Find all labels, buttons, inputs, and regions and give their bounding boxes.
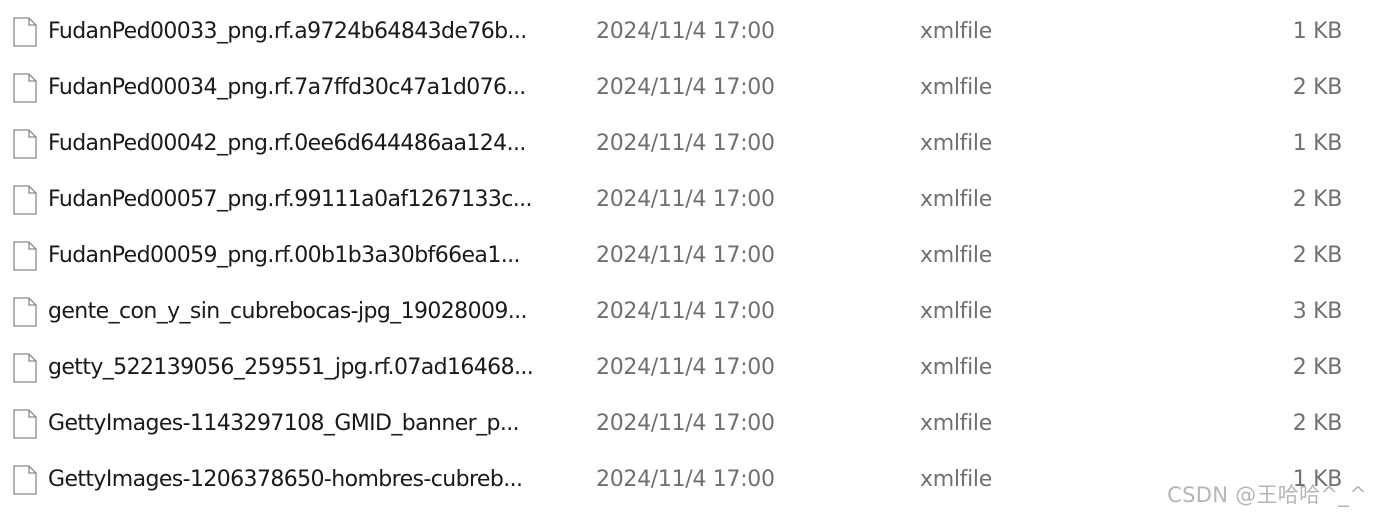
file-modified-date: 2024/11/4 17:00 (596, 411, 775, 436)
file-type: xmlfile (920, 299, 992, 324)
file-size: 1 KB (1292, 19, 1342, 44)
file-modified-date: 2024/11/4 17:00 (596, 131, 775, 156)
file-size: 3 KB (1292, 299, 1342, 324)
file-size: 2 KB (1292, 411, 1342, 436)
file-row[interactable]: FudanPed00033_png.rf.a9724b64843de76b...… (0, 4, 1373, 60)
file-type: xmlfile (920, 187, 992, 212)
file-name: FudanPed00034_png.rf.7a7ffd30c47a1d076..… (48, 75, 526, 100)
file-name: FudanPed00057_png.rf.99111a0af1267133c..… (48, 187, 533, 212)
file-row[interactable]: FudanPed00057_png.rf.99111a0af1267133c..… (0, 172, 1373, 228)
file-row[interactable]: GettyImages-1143297108_GMID_banner_p... … (0, 396, 1373, 452)
file-row[interactable]: getty_522139056_259551_jpg.rf.07ad16468.… (0, 340, 1373, 396)
file-type: xmlfile (920, 467, 992, 492)
file-type: xmlfile (920, 355, 992, 380)
file-icon (13, 465, 37, 495)
file-row[interactable]: gente_con_y_sin_cubrebocas-jpg_19028009.… (0, 284, 1373, 340)
file-name: GettyImages-1143297108_GMID_banner_p... (48, 411, 520, 436)
watermark: CSDN @王哈哈^_^ (1167, 483, 1367, 507)
file-icon (13, 409, 37, 439)
file-size: 2 KB (1292, 355, 1342, 380)
file-size: 2 KB (1292, 75, 1342, 100)
file-row[interactable]: FudanPed00042_png.rf.0ee6d644486aa124...… (0, 116, 1373, 172)
file-size: 2 KB (1292, 187, 1342, 212)
file-modified-date: 2024/11/4 17:00 (596, 299, 775, 324)
file-icon (13, 241, 37, 271)
file-size: 2 KB (1292, 243, 1342, 268)
file-icon (13, 17, 37, 47)
file-name: FudanPed00042_png.rf.0ee6d644486aa124... (48, 131, 526, 156)
file-icon (13, 73, 37, 103)
file-name: FudanPed00059_png.rf.00b1b3a30bf66ea1... (48, 243, 521, 268)
file-modified-date: 2024/11/4 17:00 (596, 19, 775, 44)
file-type: xmlfile (920, 131, 992, 156)
file-icon (13, 353, 37, 383)
file-size: 1 KB (1292, 131, 1342, 156)
file-modified-date: 2024/11/4 17:00 (596, 75, 775, 100)
file-icon (13, 185, 37, 215)
file-name: GettyImages-1206378650-hombres-cubreb... (48, 467, 523, 492)
file-modified-date: 2024/11/4 17:00 (596, 243, 775, 268)
file-row[interactable]: FudanPed00059_png.rf.00b1b3a30bf66ea1...… (0, 228, 1373, 284)
file-modified-date: 2024/11/4 17:00 (596, 187, 775, 212)
file-name: FudanPed00033_png.rf.a9724b64843de76b... (48, 19, 527, 44)
file-modified-date: 2024/11/4 17:00 (596, 355, 775, 380)
file-type: xmlfile (920, 243, 992, 268)
file-type: xmlfile (920, 411, 992, 436)
file-name: gente_con_y_sin_cubrebocas-jpg_19028009.… (48, 299, 528, 324)
file-name: getty_522139056_259551_jpg.rf.07ad16468.… (48, 355, 534, 380)
file-type: xmlfile (920, 19, 992, 44)
file-row[interactable]: FudanPed00034_png.rf.7a7ffd30c47a1d076..… (0, 60, 1373, 116)
file-modified-date: 2024/11/4 17:00 (596, 467, 775, 492)
file-type: xmlfile (920, 75, 992, 100)
file-list: FudanPed00033_png.rf.a9724b64843de76b...… (0, 4, 1373, 508)
file-icon (13, 129, 37, 159)
file-icon (13, 297, 37, 327)
